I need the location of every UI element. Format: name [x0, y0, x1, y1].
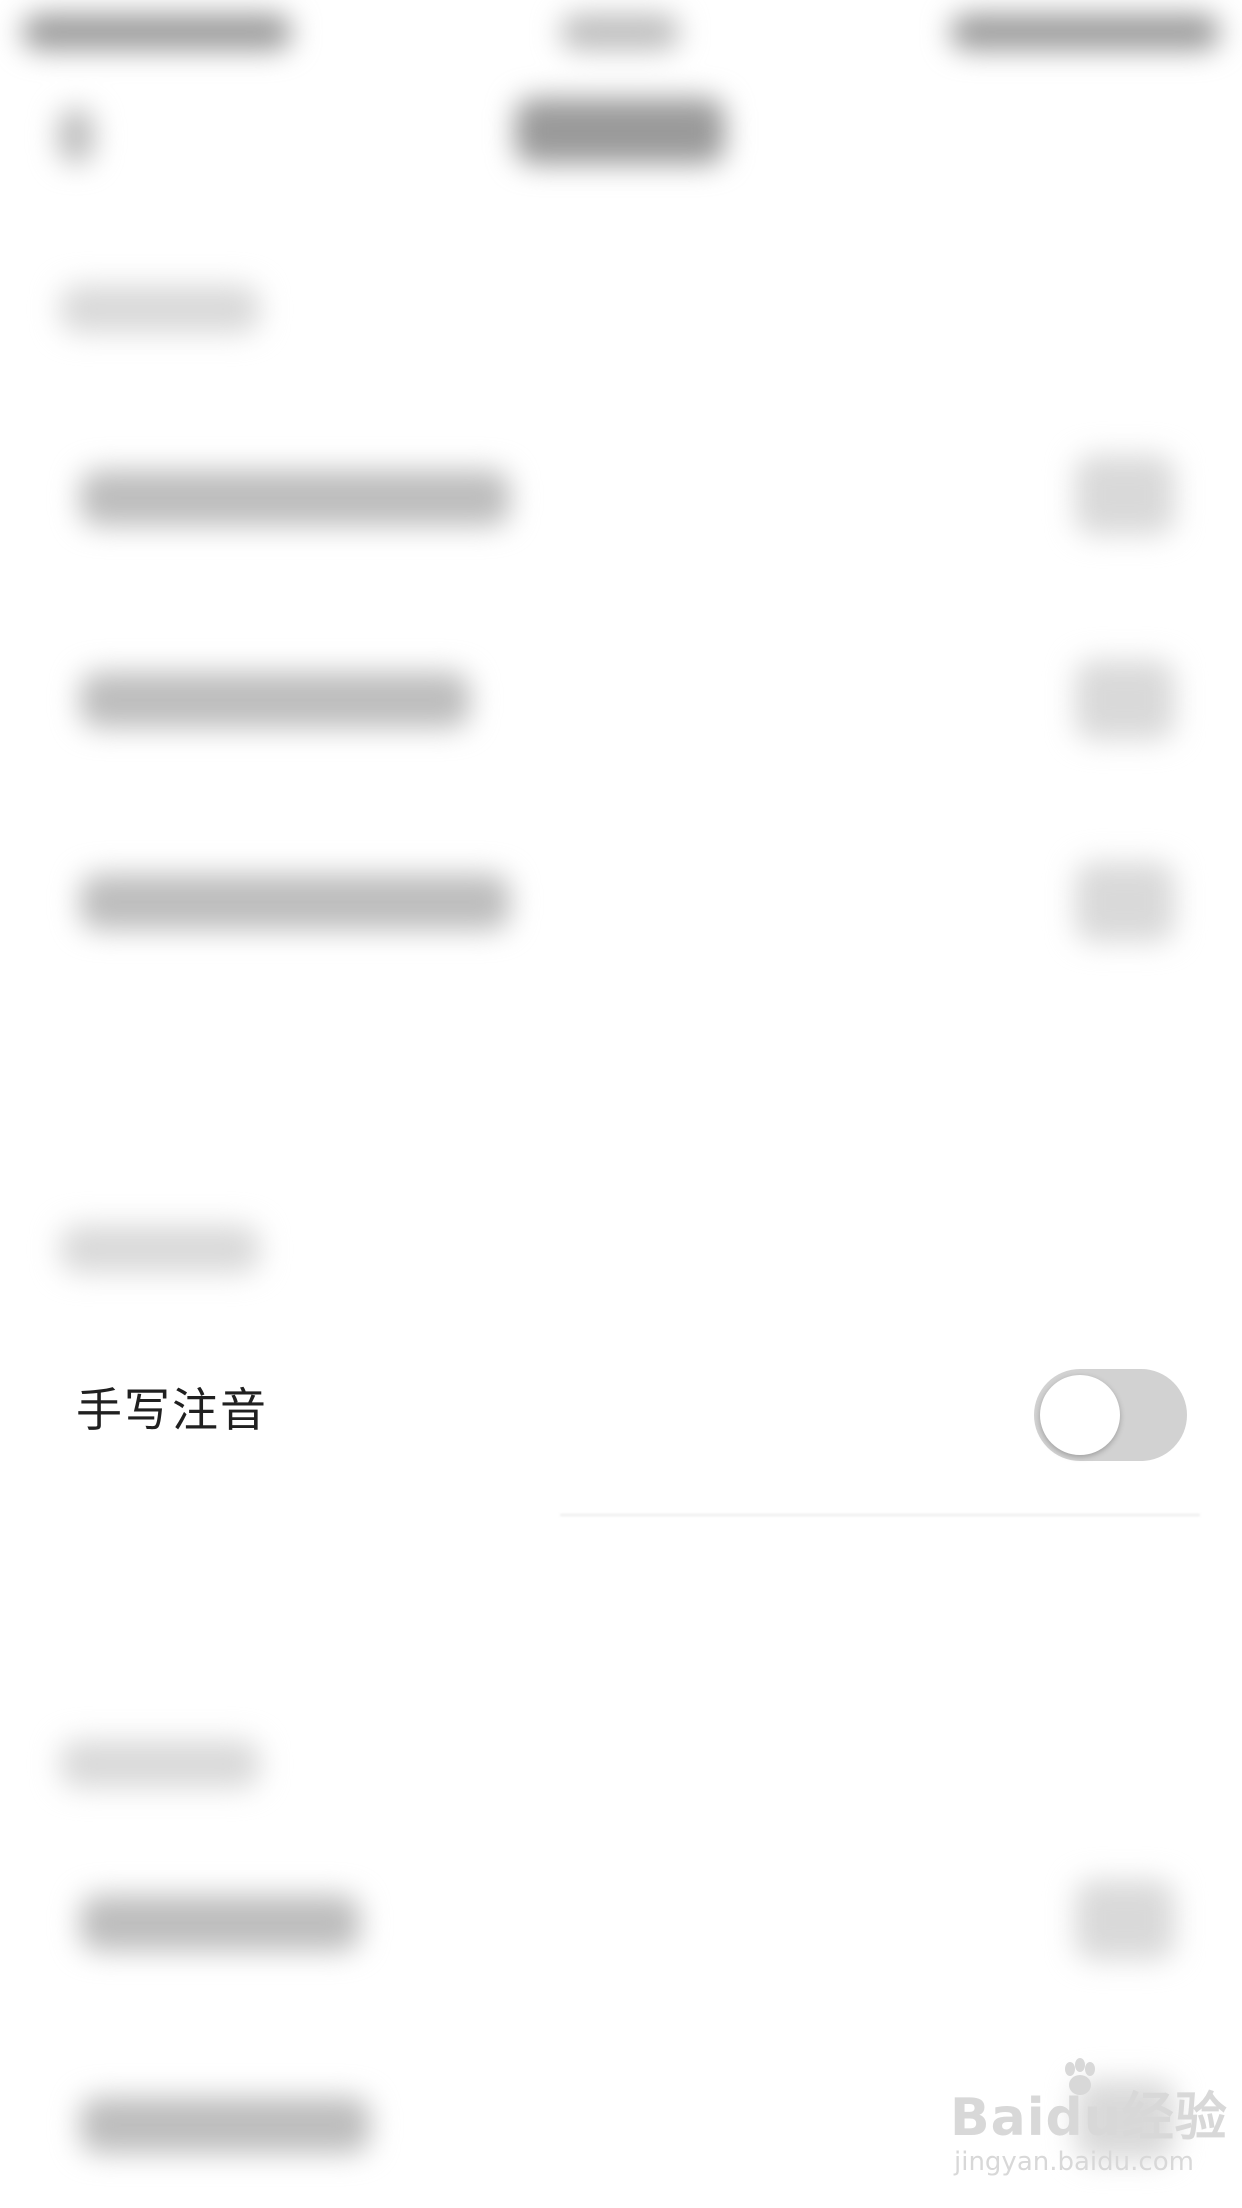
baidu-jingyan-watermark: Baidu经验 jingyan.baidu.com — [950, 2058, 1227, 2185]
setting-row-label-blurred[interactable] — [80, 470, 510, 526]
setting-row-label-blurred[interactable] — [80, 1895, 360, 1951]
section-header-blurred — [60, 1740, 260, 1788]
section-header-blurred — [60, 1225, 260, 1273]
row-divider — [560, 1514, 1200, 1516]
back-button-blurred[interactable] — [58, 108, 94, 164]
setting-row-label-blurred[interactable] — [80, 874, 510, 930]
setting-row-label-blurred[interactable] — [80, 2097, 370, 2153]
handwriting-pinyin-row[interactable]: 手写注音 — [0, 1336, 1242, 1492]
status-bar-right-blurred — [950, 14, 1220, 50]
section-header-blurred — [60, 285, 260, 333]
status-bar-left-blurred — [22, 14, 292, 50]
handwriting-pinyin-toggle[interactable] — [1034, 1369, 1187, 1461]
handwriting-pinyin-label: 手写注音 — [76, 1383, 268, 1437]
settings-screen: 手写注音 Baidu经验 jingyan.baidu.com — [0, 0, 1242, 2208]
setting-row-label-blurred[interactable] — [80, 672, 470, 728]
setting-row-control-blurred[interactable] — [1075, 455, 1175, 535]
watermark-brand: Baidu经验 — [950, 2088, 1228, 2148]
status-bar-center-blurred — [560, 14, 680, 50]
blurred-background — [0, 0, 1242, 2208]
setting-row-control-blurred[interactable] — [1075, 1880, 1175, 1960]
watermark-url: jingyan.baidu.com — [954, 2147, 1194, 2177]
page-title-blurred — [515, 98, 725, 164]
setting-row-control-blurred[interactable] — [1075, 862, 1175, 942]
setting-row-control-blurred[interactable] — [1075, 660, 1175, 740]
toggle-knob[interactable] — [1040, 1375, 1120, 1455]
